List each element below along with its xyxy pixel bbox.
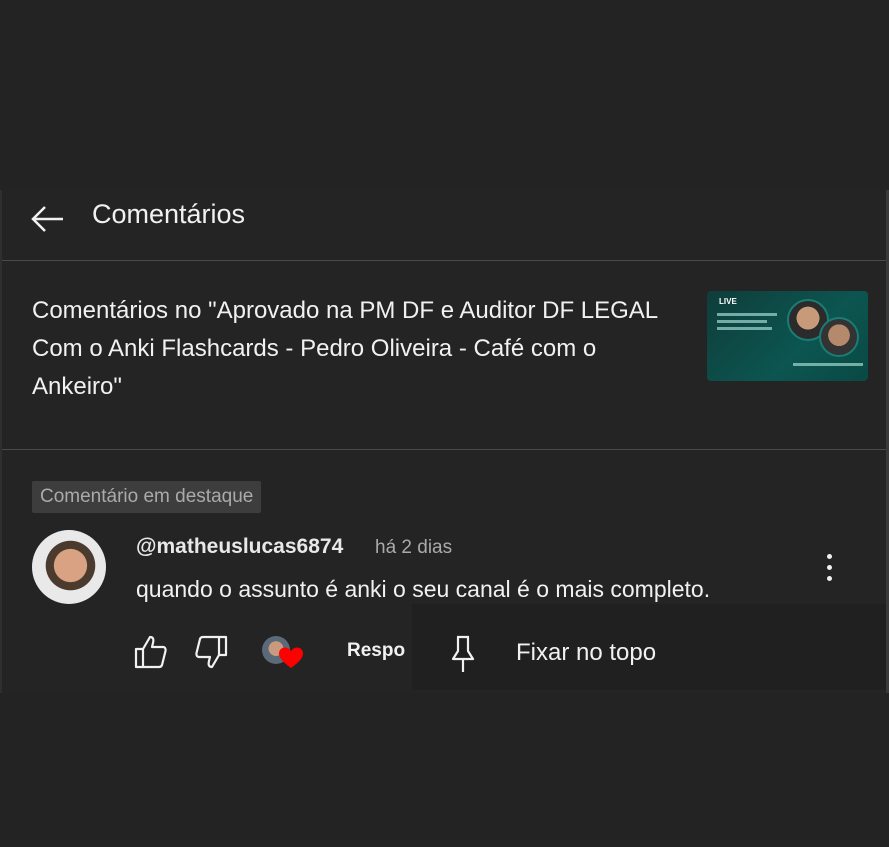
creator-heart[interactable] — [262, 634, 304, 670]
back-button[interactable] — [28, 196, 68, 236]
arrow-left-icon — [31, 206, 63, 232]
panel-border — [0, 190, 2, 693]
thumbnail-person — [819, 317, 859, 357]
thumb-up-icon — [134, 635, 167, 669]
like-button[interactable] — [133, 634, 169, 675]
page-title: Comentários — [92, 199, 246, 229]
pin-to-top-option[interactable]: Fixar no topo — [516, 639, 656, 667]
pin-icon — [451, 635, 475, 672]
video-title: Comentários no "Aprovado na PM DF e Audi… — [32, 297, 658, 400]
heart-icon — [279, 647, 303, 668]
comment-text: quando o assunto é anki o seu canal é o … — [136, 576, 711, 602]
thumbnail-text-line — [793, 363, 863, 366]
dislike-button[interactable] — [193, 634, 229, 675]
comment-username[interactable]: @matheuslucas6874 — [136, 535, 343, 559]
pin-button[interactable] — [448, 634, 478, 679]
thumbnail-text-line — [717, 327, 772, 330]
thumbnail-text-line — [717, 313, 777, 316]
comments-panel: Comentários Comentários no "Aprovado na … — [0, 190, 889, 693]
video-thumbnail[interactable]: LIVE — [707, 291, 868, 381]
thumb-down-icon — [195, 635, 228, 669]
live-label: LIVE — [719, 297, 737, 306]
more-options-button[interactable] — [818, 550, 840, 586]
comment-time[interactable]: há 2 dias — [375, 537, 452, 559]
featured-comment-badge: Comentário em destaque — [32, 481, 262, 513]
comments-header: Comentários — [0, 190, 889, 260]
header-divider — [0, 260, 889, 261]
reply-button[interactable]: Respo — [347, 640, 405, 662]
video-divider — [0, 449, 889, 450]
avatar[interactable] — [32, 530, 106, 604]
thumbnail-text-line — [717, 320, 767, 323]
